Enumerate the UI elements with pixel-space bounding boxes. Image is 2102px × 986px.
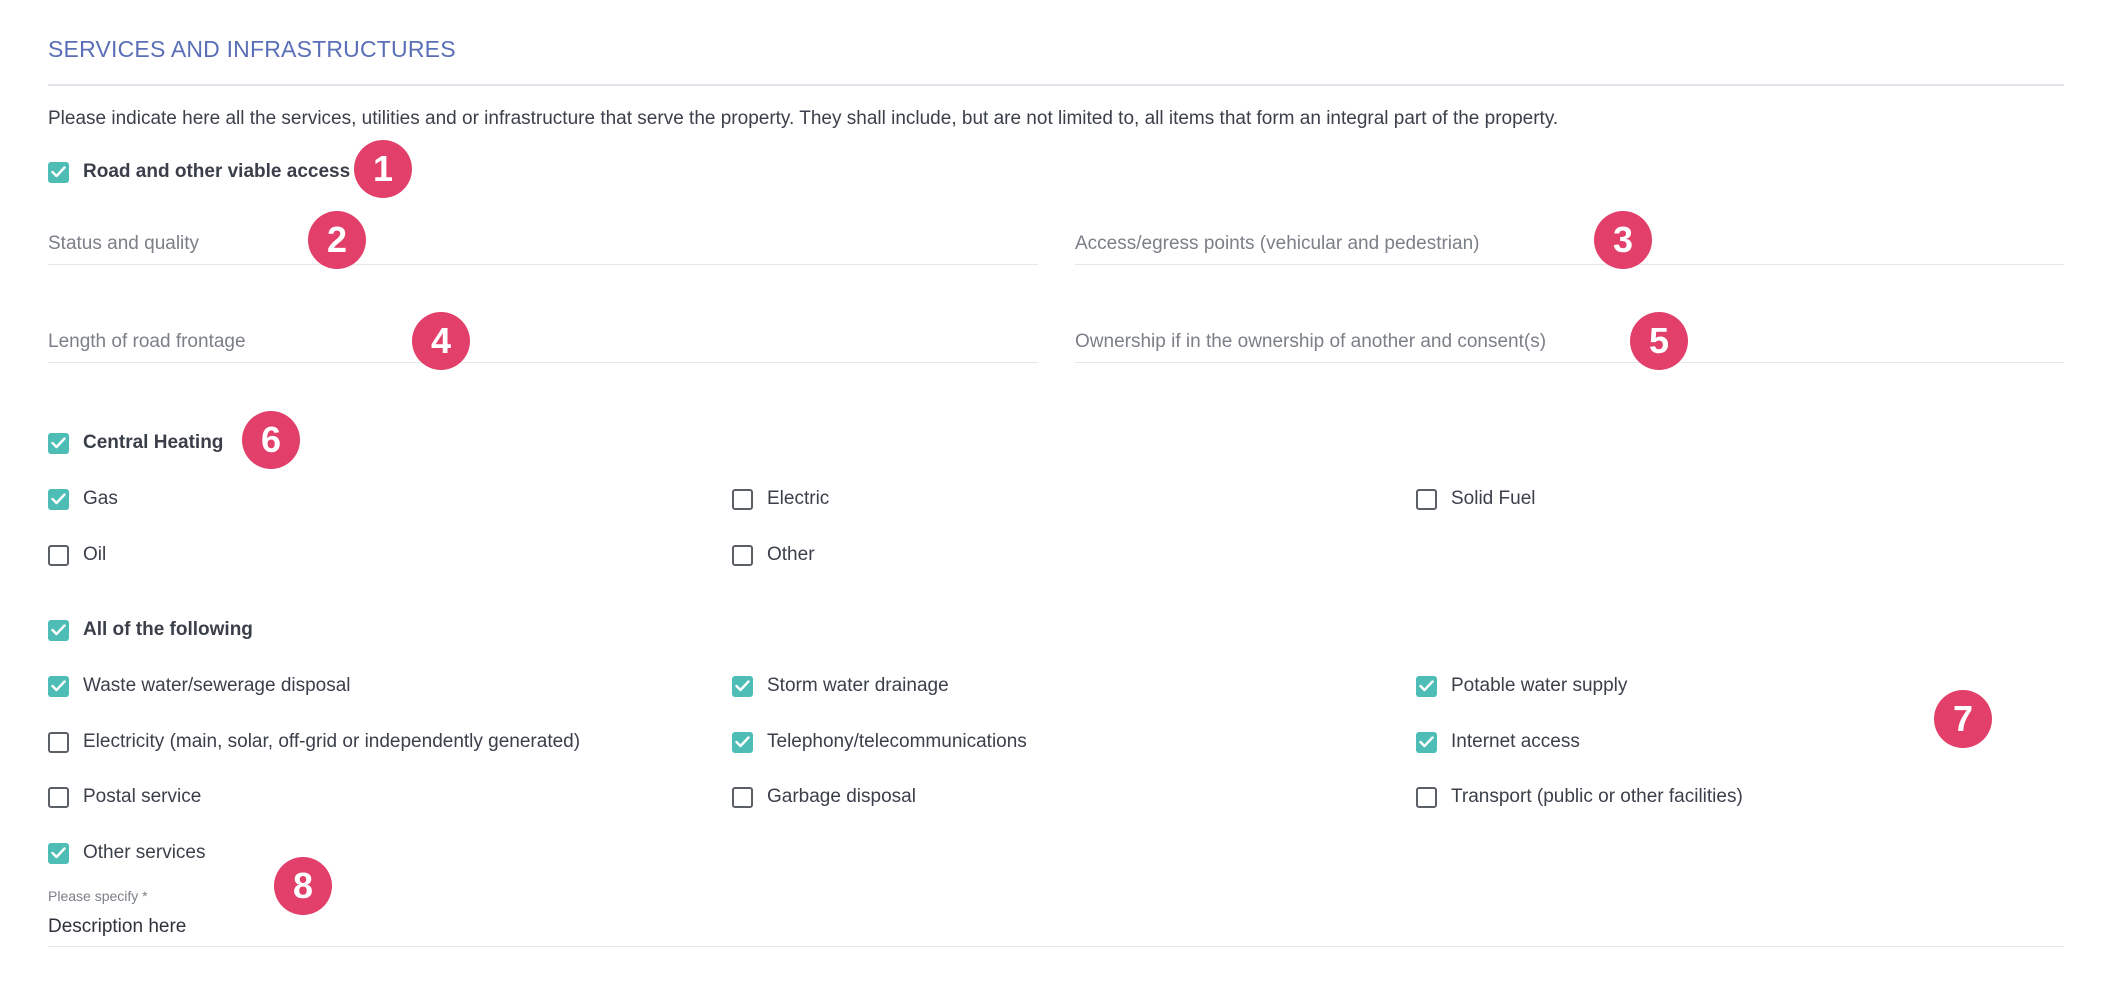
other-services-checkbox[interactable]: Other services [48,837,205,869]
annotation-badge-3: 3 [1594,211,1652,269]
checkbox-box[interactable] [732,544,753,566]
section-intro: Please indicate here all the services, u… [48,108,1559,129]
please-specify-label: Please specify * [48,888,148,904]
checkbox-box[interactable] [1416,675,1437,697]
checkbox-box[interactable] [48,786,69,808]
access-points-input[interactable] [1075,224,2064,264]
internet-access-checkbox[interactable]: Internet access [1416,726,1580,758]
road-frontage-input[interactable] [48,322,1038,362]
central-heating-label: Central Heating [83,432,224,453]
checkbox-box[interactable] [48,675,69,697]
heating-oil-checkbox[interactable]: Oil [48,539,106,571]
road-access-label: Road and other viable access [83,161,351,182]
electricity-checkbox[interactable]: Electricity (main, solar, off-grid or in… [48,726,580,758]
annotation-badge-7: 7 [1934,690,1992,748]
checkbox-box[interactable] [48,842,69,864]
storm-water-label: Storm water drainage [767,675,949,696]
checkbox-box[interactable] [732,488,753,510]
checkbox-box[interactable] [48,161,69,183]
ownership-field[interactable] [1075,322,2064,363]
road-access-checkbox[interactable]: Road and other viable access [48,156,350,188]
heating-other-checkbox[interactable]: Other [732,539,815,571]
potable-water-checkbox[interactable]: Potable water supply [1416,670,1627,702]
potable-water-label: Potable water supply [1451,675,1628,696]
internet-access-label: Internet access [1451,731,1580,752]
checkbox-box[interactable] [48,731,69,753]
status-quality-input[interactable] [48,224,1038,264]
heating-electric-checkbox[interactable]: Electric [732,483,829,515]
heating-other-label: Other [767,544,815,565]
heating-electric-label: Electric [767,488,830,509]
all-following-checkbox[interactable]: All of the following [48,614,253,646]
transport-label: Transport (public or other facilities) [1451,786,1743,807]
please-specify-field[interactable] [48,908,2064,947]
checkbox-box[interactable] [732,731,753,753]
ownership-input[interactable] [1075,322,2064,362]
road-frontage-field[interactable] [48,322,1038,363]
postal-service-checkbox[interactable]: Postal service [48,781,201,813]
checkbox-box[interactable] [732,786,753,808]
other-services-label: Other services [83,842,206,863]
checkbox-box[interactable] [1416,786,1437,808]
section-title: SERVICES AND INFRASTRUCTURES [48,36,456,62]
electricity-label: Electricity (main, solar, off-grid or in… [83,731,581,752]
telephony-label: Telephony/telecommunications [767,731,1027,752]
checkbox-box[interactable] [732,675,753,697]
annotation-badge-4: 4 [412,312,470,370]
heating-oil-label: Oil [83,544,107,565]
access-points-field[interactable] [1075,224,2064,265]
all-following-label: All of the following [83,619,253,640]
annotation-badge-8: 8 [274,857,332,915]
checkbox-box[interactable] [48,488,69,510]
storm-water-checkbox[interactable]: Storm water drainage [732,670,949,702]
heating-gas-label: Gas [83,488,118,509]
heating-solid-fuel-label: Solid Fuel [1451,488,1536,509]
please-specify-input[interactable] [48,908,2064,946]
annotation-badge-6: 6 [242,411,300,469]
checkbox-box[interactable] [48,544,69,566]
postal-service-label: Postal service [83,786,202,807]
garbage-disposal-checkbox[interactable]: Garbage disposal [732,781,916,813]
heating-solid-fuel-checkbox[interactable]: Solid Fuel [1416,483,1536,515]
checkbox-box[interactable] [48,619,69,641]
status-quality-field[interactable] [48,224,1038,265]
telephony-checkbox[interactable]: Telephony/telecommunications [732,726,1027,758]
waste-water-label: Waste water/sewerage disposal [83,675,351,696]
checkbox-box[interactable] [1416,731,1437,753]
transport-checkbox[interactable]: Transport (public or other facilities) [1416,781,1743,813]
heating-gas-checkbox[interactable]: Gas [48,483,118,515]
waste-water-checkbox[interactable]: Waste water/sewerage disposal [48,670,351,702]
checkbox-box[interactable] [48,432,69,454]
title-divider [48,84,2064,86]
annotation-badge-2: 2 [308,211,366,269]
central-heating-checkbox[interactable]: Central Heating [48,427,223,459]
checkbox-box[interactable] [1416,488,1437,510]
garbage-disposal-label: Garbage disposal [767,786,916,807]
annotation-badge-5: 5 [1630,312,1688,370]
services-form: SERVICES AND INFRASTRUCTURES Please indi… [0,0,2102,986]
annotation-badge-1: 1 [354,140,412,198]
